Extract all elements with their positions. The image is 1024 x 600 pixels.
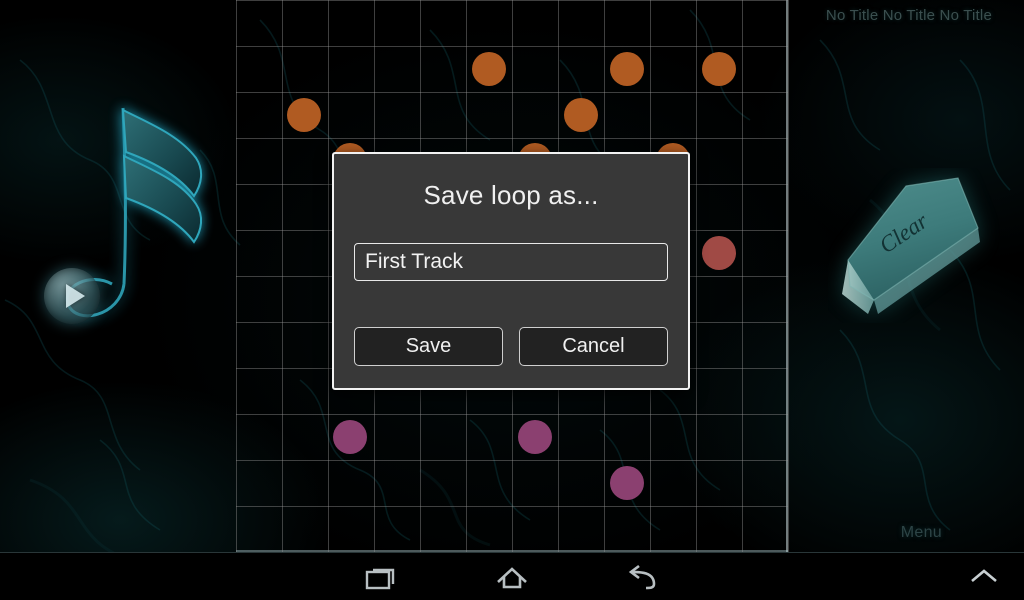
chevron-up-icon bbox=[971, 569, 997, 582]
play-icon bbox=[65, 284, 85, 308]
note-dot-orange[interactable] bbox=[287, 98, 321, 132]
back-button[interactable] bbox=[602, 553, 682, 600]
clear-eraser-button[interactable]: Clear bbox=[828, 168, 1013, 323]
grid-line-horizontal bbox=[236, 46, 788, 47]
note-dot-purple[interactable] bbox=[610, 466, 644, 500]
dialog-button-row: Save Cancel bbox=[354, 327, 668, 366]
grid-line-vertical bbox=[788, 0, 789, 552]
note-dot-orange[interactable] bbox=[702, 52, 736, 86]
back-icon bbox=[628, 564, 656, 590]
loop-name-input[interactable] bbox=[354, 243, 668, 281]
home-icon bbox=[497, 567, 527, 589]
note-dot-purple[interactable] bbox=[333, 420, 367, 454]
grid-line-horizontal bbox=[236, 506, 788, 507]
android-navigation-bar bbox=[0, 552, 1024, 600]
home-button[interactable] bbox=[472, 553, 552, 600]
play-button[interactable] bbox=[44, 268, 100, 324]
menu-button[interactable]: Menu bbox=[901, 524, 942, 542]
save-loop-dialog: Save loop as... Save Cancel bbox=[332, 152, 690, 390]
note-dot-rose[interactable] bbox=[702, 236, 736, 270]
grid-line-horizontal bbox=[236, 414, 788, 415]
grid-line-horizontal bbox=[236, 460, 788, 461]
note-dot-orange[interactable] bbox=[564, 98, 598, 132]
grid-line-horizontal bbox=[236, 138, 788, 139]
grid-line-horizontal bbox=[236, 92, 788, 93]
note-dot-purple[interactable] bbox=[518, 420, 552, 454]
save-button[interactable]: Save bbox=[354, 327, 503, 366]
expand-button[interactable] bbox=[944, 553, 1024, 600]
cancel-button[interactable]: Cancel bbox=[519, 327, 668, 366]
grid-line-horizontal bbox=[236, 0, 788, 1]
page-title: No Title No Title No Title bbox=[825, 7, 992, 24]
app-screen: No Title No Title No Title Menu Clear Sa… bbox=[0, 0, 1024, 600]
dialog-title: Save loop as... bbox=[423, 180, 599, 210]
note-dot-orange[interactable] bbox=[472, 52, 506, 86]
recents-icon bbox=[365, 568, 395, 590]
recents-button[interactable] bbox=[342, 553, 422, 600]
note-dot-orange[interactable] bbox=[610, 52, 644, 86]
